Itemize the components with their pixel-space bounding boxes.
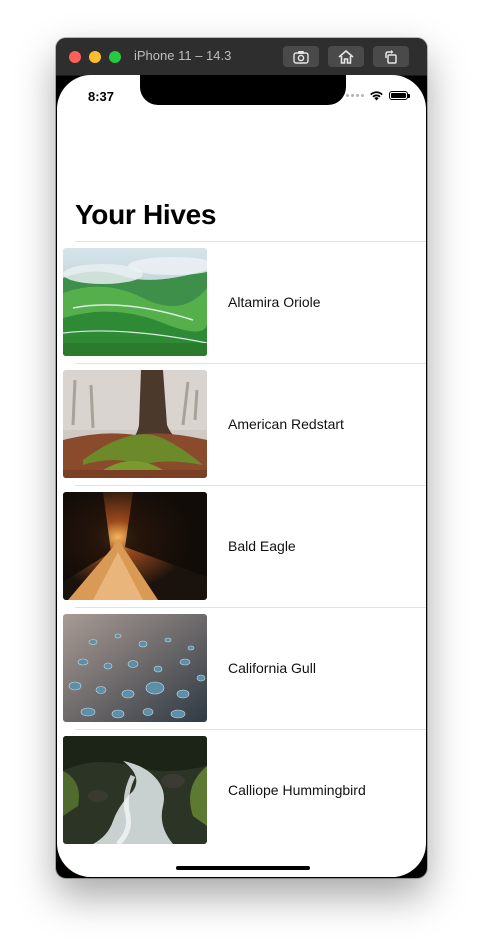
list-item-thumbnail (63, 736, 207, 844)
simulator-window: iPhone 11 – 14.3 8:37 Your Hives Altamir… (56, 38, 427, 878)
device-notch (140, 75, 346, 105)
hives-list[interactable]: Altamira Oriole American Redstart Bald E… (57, 242, 426, 877)
home-button[interactable] (328, 46, 364, 67)
green-mountain-valley-photo (63, 248, 207, 356)
dark-forest-path-sunset-photo (63, 492, 207, 600)
status-bar-time: 8:37 (88, 89, 115, 104)
list-item-thumbnail (63, 614, 207, 722)
status-bar-icons (346, 90, 410, 101)
home-indicator-area (57, 849, 426, 877)
list-item-thumbnail (63, 248, 207, 356)
page-title: Your Hives (75, 199, 217, 230)
rotate-button[interactable] (373, 46, 409, 67)
list-item[interactable]: California Gull (57, 608, 426, 730)
list-item[interactable]: Bald Eagle (57, 486, 426, 608)
list-item-label: American Redstart (228, 416, 344, 432)
list-item-label: California Gull (228, 660, 316, 676)
water-droplets-photo (63, 614, 207, 722)
list-item-label: Altamira Oriole (228, 294, 321, 310)
device-screen: 8:37 Your Hives Altamira Oriole American… (57, 75, 426, 877)
list-item-label: Bald Eagle (228, 538, 296, 554)
screenshot-button[interactable] (283, 46, 319, 67)
close-window-button[interactable] (69, 51, 81, 63)
list-item-thumbnail (63, 492, 207, 600)
simulator-titlebar: iPhone 11 – 14.3 (56, 38, 427, 76)
list-item[interactable]: Altamira Oriole (57, 242, 426, 364)
list-item-label: Calliope Hummingbird (228, 782, 366, 798)
wifi-icon (370, 91, 383, 101)
rotate-icon (385, 49, 397, 64)
home-icon (338, 49, 354, 64)
list-item[interactable]: Calliope Hummingbird (57, 730, 426, 852)
screenshot-icon (293, 50, 309, 64)
simulator-title: iPhone 11 – 14.3 (134, 48, 232, 63)
cellular-signal-icon (346, 94, 364, 97)
mossy-tree-roots-forest-photo (63, 370, 207, 478)
battery-icon (389, 91, 410, 100)
list-item[interactable]: American Redstart (57, 364, 426, 486)
mossy-stream-waterfall-photo (63, 736, 207, 844)
home-indicator[interactable] (176, 866, 310, 870)
minimize-window-button[interactable] (89, 51, 101, 63)
list-item-thumbnail (63, 370, 207, 478)
zoom-window-button[interactable] (109, 51, 121, 63)
